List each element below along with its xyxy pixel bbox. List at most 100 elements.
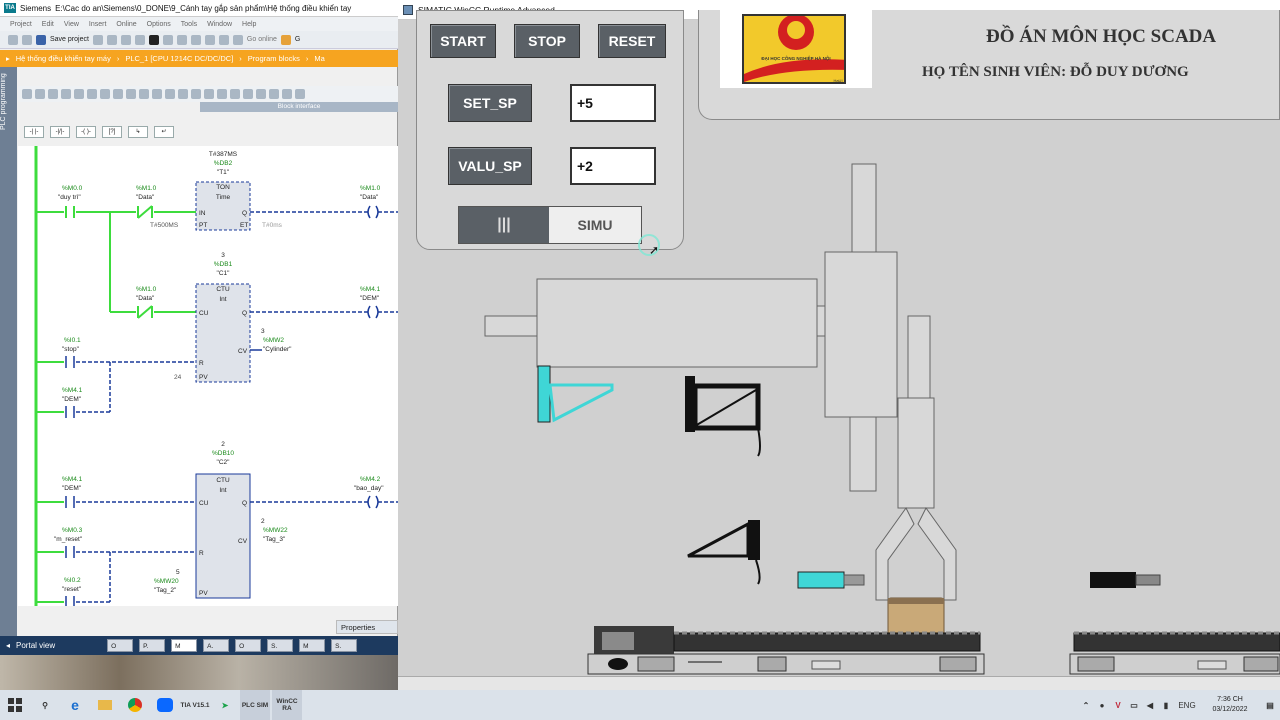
battery-icon[interactable]: ▮ <box>1158 690 1174 720</box>
editor-tab-3[interactable]: M <box>171 639 198 652</box>
compile-icon[interactable] <box>190 34 201 45</box>
c1-cv-pin: CV <box>238 348 248 355</box>
editor-tool-icon[interactable] <box>113 89 123 99</box>
editor-tool-icon[interactable] <box>152 89 162 99</box>
paste-icon[interactable] <box>134 34 145 45</box>
go-online-button[interactable]: Go online <box>247 36 277 43</box>
undo-icon[interactable] <box>162 34 173 45</box>
set-sp-field[interactable]: +5 <box>570 84 656 122</box>
editor-tool-icon[interactable] <box>35 89 45 99</box>
menu-online[interactable]: Online <box>116 21 136 28</box>
plc-programming-tab[interactable]: PLC programming <box>0 67 17 655</box>
go-offline-icon[interactable] <box>280 34 291 45</box>
start-button[interactable]: START <box>430 24 496 58</box>
wincc-taskbar-icon[interactable]: WinCC RA <box>272 690 302 720</box>
speaker-icon[interactable]: ◀ <box>1142 690 1158 720</box>
editor-tool-icon[interactable] <box>282 89 292 99</box>
edge-browser-icon[interactable]: e <box>60 690 90 720</box>
menu-insert[interactable]: Insert <box>89 21 107 28</box>
reset-button[interactable]: RESET <box>598 24 666 58</box>
editor-tool-icon[interactable] <box>204 89 214 99</box>
windows-start-icon[interactable] <box>0 690 30 720</box>
breadcrumb-project[interactable]: Hệ thống điều khiển tay máy <box>16 54 111 63</box>
zalo-icon[interactable] <box>150 690 180 720</box>
clock[interactable]: 7:36 CH 03/12/2022 <box>1200 695 1260 715</box>
editor-tool-icon[interactable] <box>139 89 149 99</box>
editor-tool-icon[interactable] <box>22 89 32 99</box>
language-indicator[interactable]: ENG <box>1174 690 1200 720</box>
coil-icon[interactable]: -( )- <box>76 126 96 138</box>
editor-tab-5[interactable]: O <box>235 639 262 652</box>
notifications-icon[interactable]: ▤ <box>1260 690 1280 720</box>
open-branch-icon[interactable]: ↳ <box>128 126 148 138</box>
breadcrumb-main[interactable]: Ma <box>314 54 324 63</box>
tray-chevron-icon[interactable]: ⌃ <box>1078 690 1094 720</box>
portal-view-button[interactable]: Portal view <box>16 641 55 650</box>
go-offline-button[interactable]: G <box>295 36 300 43</box>
properties-tab[interactable]: Properties <box>336 620 398 634</box>
new-project-icon[interactable] <box>8 34 18 45</box>
redo-icon[interactable] <box>176 34 187 45</box>
menu-options[interactable]: Options <box>147 21 171 28</box>
editor-tool-icon[interactable] <box>126 89 136 99</box>
horizontal-scrollbar[interactable] <box>398 676 1280 690</box>
save-project-button[interactable]: Save project <box>50 36 89 43</box>
cut-icon[interactable] <box>106 34 117 45</box>
editor-tab-4[interactable]: A. <box>203 639 230 652</box>
arrow-app-icon[interactable]: ➤ <box>210 690 240 720</box>
stop-button[interactable]: STOP <box>514 24 580 58</box>
editor-tool-icon[interactable] <box>61 89 71 99</box>
editor-tab-6[interactable]: S. <box>267 639 294 652</box>
editor-tool-icon[interactable] <box>191 89 201 99</box>
plcsim-taskbar-icon[interactable]: PLC SIM <box>240 690 270 720</box>
delete-icon[interactable] <box>148 34 159 45</box>
upload-icon[interactable] <box>218 34 229 45</box>
editor-tool-icon[interactable] <box>243 89 253 99</box>
editor-tab-7[interactable]: M <box>299 639 326 652</box>
editor-tool-icon[interactable] <box>165 89 175 99</box>
ladder-network[interactable]: T#387MS %DB2 "T1" TON Time IN PT Q ET T#… <box>18 146 398 606</box>
editor-tool-icon[interactable] <box>100 89 110 99</box>
editor-tab-8[interactable]: S. <box>331 639 358 652</box>
editor-tool-icon[interactable] <box>269 89 279 99</box>
menu-view[interactable]: View <box>64 21 79 28</box>
menu-edit[interactable]: Edit <box>42 21 54 28</box>
menu-help[interactable]: Help <box>242 21 256 28</box>
editor-tool-icon[interactable] <box>48 89 58 99</box>
nc-contact-icon[interactable]: -|/|- <box>50 126 70 138</box>
microphone-icon[interactable]: ● <box>1094 690 1110 720</box>
editor-tab-1[interactable]: O <box>107 639 134 652</box>
editor-tool-icon[interactable] <box>230 89 240 99</box>
editor-tool-icon[interactable] <box>295 89 305 99</box>
editor-tab-2[interactable]: P. <box>139 639 166 652</box>
contact-m00 <box>65 206 75 218</box>
simulation-icon[interactable] <box>232 34 243 45</box>
editor-tool-icon[interactable] <box>87 89 97 99</box>
network-icon[interactable]: ▭ <box>1126 690 1142 720</box>
close-branch-icon[interactable]: ↵ <box>154 126 174 138</box>
breadcrumb-plc[interactable]: PLC_1 [CPU 1214C DC/DC/DC] <box>125 54 233 63</box>
editor-tool-icon[interactable] <box>217 89 227 99</box>
editor-tool-icon[interactable] <box>256 89 266 99</box>
copy-icon[interactable] <box>120 34 131 45</box>
editor-tool-icon[interactable] <box>74 89 84 99</box>
no-contact-icon[interactable]: -| |- <box>24 126 44 138</box>
menu-tools[interactable]: Tools <box>181 21 197 28</box>
back-arrow-icon[interactable]: ◂ <box>6 641 10 650</box>
empty-box-icon[interactable]: [?] <box>102 126 122 138</box>
print-icon[interactable] <box>92 34 103 45</box>
set-sp-button[interactable]: SET_SP <box>448 84 532 122</box>
save-icon[interactable] <box>36 34 46 45</box>
open-project-icon[interactable] <box>22 34 32 45</box>
menu-window[interactable]: Window <box>207 21 232 28</box>
download-icon[interactable] <box>204 34 215 45</box>
vpn-icon[interactable]: V <box>1110 690 1126 720</box>
editor-tool-icon[interactable] <box>178 89 188 99</box>
tia-portal-taskbar-icon[interactable]: TIA V15.1 <box>180 690 210 720</box>
search-icon[interactable]: ⚲ <box>30 690 60 720</box>
chrome-icon[interactable] <box>120 690 150 720</box>
file-explorer-icon[interactable] <box>90 690 120 720</box>
breadcrumb-program-blocks[interactable]: Program blocks <box>248 54 300 63</box>
block-interface-splitter[interactable]: Block interface <box>200 102 398 112</box>
menu-project[interactable]: Project <box>10 21 32 28</box>
